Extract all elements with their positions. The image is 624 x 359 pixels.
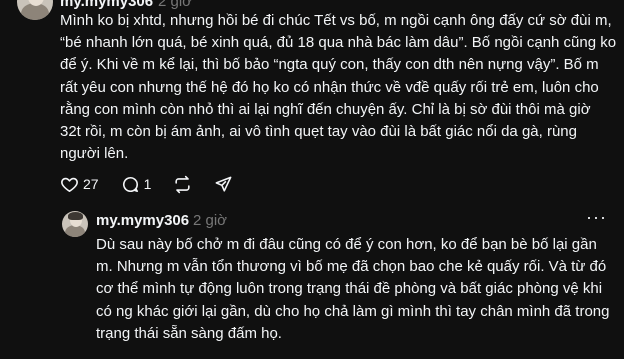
comment-icon bbox=[121, 175, 140, 194]
post-timestamp: 2 giờ bbox=[158, 0, 193, 10]
reply-button[interactable]: 1 bbox=[121, 175, 152, 194]
share-button[interactable] bbox=[214, 175, 233, 194]
post-body-line: Mình ko bị xhtd, nhưng hồi bé đi chúc Tế… bbox=[60, 12, 612, 29]
post-body-line: “bé nhanh lớn quá, bé xinh quá, đủ 18 qu… bbox=[60, 34, 617, 52]
like-button[interactable]: 27 bbox=[60, 175, 99, 194]
reply-username[interactable]: my.mymy306 bbox=[96, 212, 189, 229]
post-body-line: rất yêu con nhưng thế hệ đó họ ko có nhậ… bbox=[60, 78, 599, 96]
post-actions: 27 1 bbox=[60, 172, 255, 196]
reply-body-line: m. Nhưng m vẫn tổn thương vì bố mẹ đã ch… bbox=[96, 258, 607, 276]
reply-body-line: trạng thái sẵn sàng đấm họ. bbox=[96, 324, 282, 342]
heart-icon bbox=[60, 175, 79, 194]
post-avatar[interactable] bbox=[17, 0, 53, 20]
post-body-line: để ý. Khi về m kể lại, thì bố bảo “ngta … bbox=[60, 56, 599, 74]
more-icon[interactable]: ··· bbox=[586, 207, 607, 228]
reply-count: 1 bbox=[143, 176, 152, 192]
reply-body-line: cơ thể mình tự động luôn trong trạng thá… bbox=[96, 280, 603, 298]
post-username[interactable]: my.mymy306 bbox=[60, 0, 153, 10]
post-body-line: rằng con mình còn nhỏ thì ai lại nghĩ đế… bbox=[60, 100, 591, 118]
reply-body-line: Dù sau này bố chở m đi đâu cũng có để ý … bbox=[96, 236, 597, 253]
reply-avatar[interactable] bbox=[62, 211, 88, 237]
repost-button[interactable] bbox=[173, 175, 192, 194]
reply-body: Dù sau này bố chở m đi đâu cũng có để ý … bbox=[96, 234, 609, 345]
post-body-line: 32t rồi, m còn bị ám ảnh, ai vô tình quẹ… bbox=[60, 122, 577, 140]
reply-body-line: có ng khác giới lại gần, dù cho họ chả l… bbox=[96, 302, 610, 320]
reply-timestamp: 2 giờ bbox=[193, 212, 228, 229]
repost-icon bbox=[173, 175, 192, 194]
like-count: 27 bbox=[83, 176, 99, 192]
post-body-line: người lên. bbox=[60, 145, 129, 163]
post-body: Mình ko bị xhtd, nhưng hồi bé đi chúc Tế… bbox=[60, 10, 616, 165]
share-icon bbox=[214, 175, 233, 194]
